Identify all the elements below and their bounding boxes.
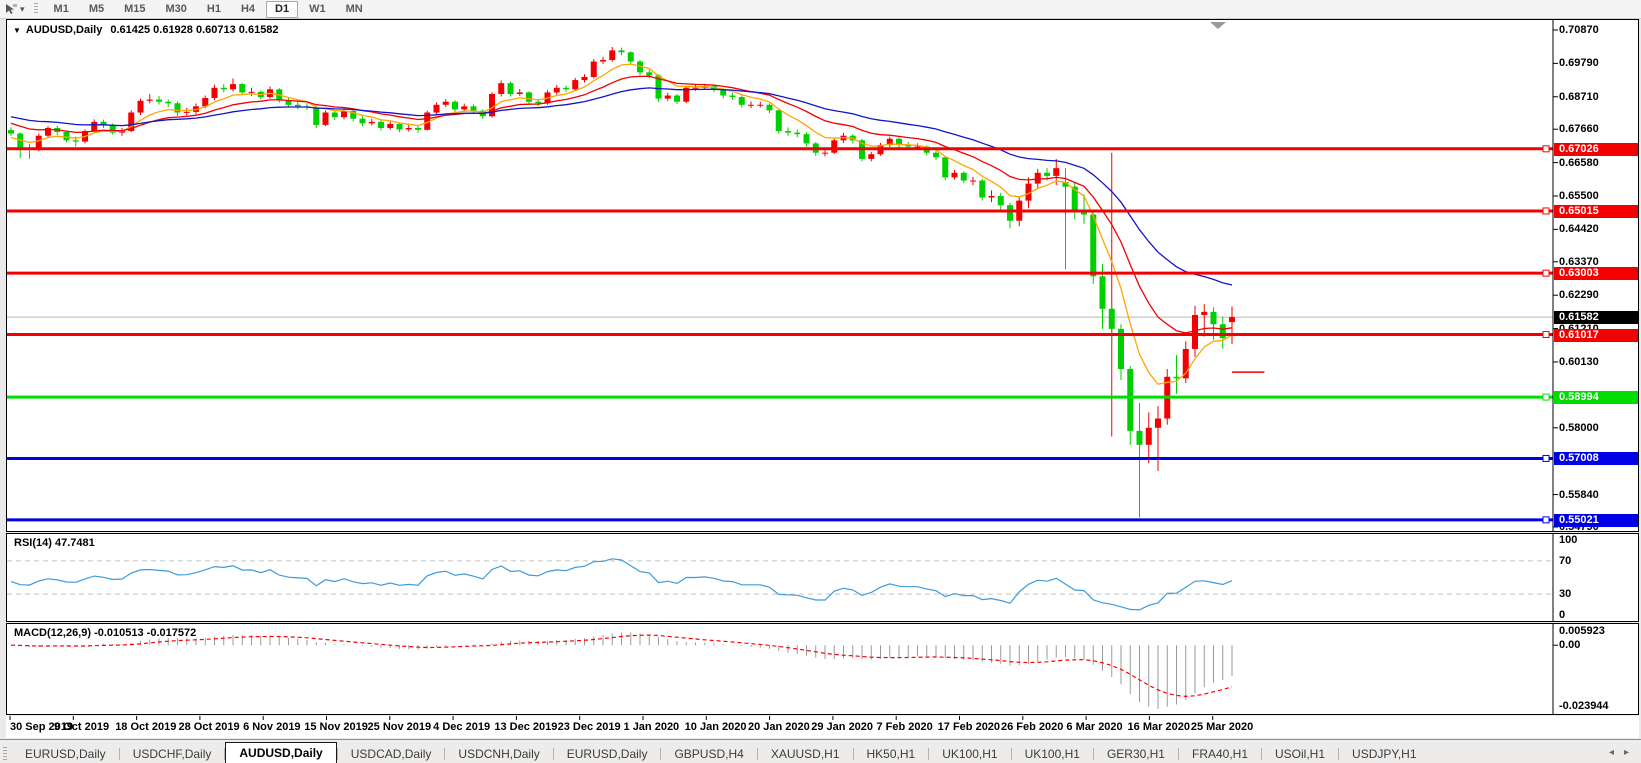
chart-tab-hk50-h1[interactable]: HK50,H1 xyxy=(854,745,929,763)
rsi-axis-tick: 0 xyxy=(1559,609,1565,621)
current-price-badge: 0.61582 xyxy=(1554,311,1638,324)
macd-indicator-panel[interactable]: MACD(12,26,9) -0.010513 -0.017572 0.0059… xyxy=(6,623,1639,715)
chart-tab-usdcnh-daily[interactable]: USDCNH,Daily xyxy=(445,745,552,763)
date-axis-label: 9 Oct 2019 xyxy=(54,721,109,733)
price-line-badge: 0.55021 xyxy=(1554,514,1638,527)
date-axis-label: 4 Dec 2019 xyxy=(433,721,490,733)
tab-scroll-left-icon[interactable]: ◂ xyxy=(1609,747,1614,758)
macd-scale-max: 0.005923 xyxy=(1559,625,1605,637)
chart-tab-ger30-h1[interactable]: GER30,H1 xyxy=(1094,745,1178,763)
chart-tab-xauusd-h1[interactable]: XAUUSD,H1 xyxy=(758,745,853,763)
chart-tab-uk100-h1[interactable]: UK100,H1 xyxy=(929,745,1010,763)
chart-tab-usdcad-daily[interactable]: USDCAD,Daily xyxy=(338,745,445,763)
price-axis-tick: 0.67660 xyxy=(1559,123,1599,135)
date-axis-label: 17 Feb 2020 xyxy=(938,721,1000,733)
price-line-badge: 0.57008 xyxy=(1554,452,1638,465)
date-axis-label: 16 Mar 2020 xyxy=(1128,721,1190,733)
rsi-chart[interactable] xyxy=(7,534,1638,621)
date-axis-label: 1 Jan 2020 xyxy=(624,721,680,733)
date-axis-label: 6 Mar 2020 xyxy=(1066,721,1122,733)
price-line-badge: 0.63003 xyxy=(1554,267,1638,280)
rsi-axis-tick: 100 xyxy=(1559,534,1577,546)
timeframe-button-m15[interactable]: M15 xyxy=(115,1,154,18)
date-axis-label: 10 Jan 2020 xyxy=(685,721,747,733)
chart-tab-uk100-h1[interactable]: UK100,H1 xyxy=(1012,745,1093,763)
tab-scroll-right-icon[interactable]: ▸ xyxy=(1624,747,1629,758)
date-axis-label: 18 Oct 2019 xyxy=(115,721,176,733)
chart-tab-bar: EURUSD,DailyUSDCHF,DailyAUDUSD,DailyUSDC… xyxy=(0,739,1641,763)
date-axis-label: 13 Dec 2019 xyxy=(494,721,557,733)
timeframe-toolbar: ▾ M1M5M15M30H1H4D1W1MN xyxy=(0,0,1641,19)
price-line-badge: 0.61017 xyxy=(1554,329,1638,342)
symbol-period-label: AUDUSD,Daily xyxy=(26,24,102,36)
macd-chart[interactable] xyxy=(7,624,1638,714)
rsi-axis-tick: 70 xyxy=(1559,555,1571,567)
toolbar-grip[interactable] xyxy=(34,3,38,15)
timeframe-button-m5[interactable]: M5 xyxy=(80,1,113,18)
timeframe-buttons: M1M5M15M30H1H4D1W1MN xyxy=(44,1,373,18)
date-axis-label: 28 Oct 2019 xyxy=(178,721,239,733)
rsi-axis-tick: 30 xyxy=(1559,588,1571,600)
ohlc-readout: 0.61425 0.61928 0.60713 0.61582 xyxy=(110,24,278,36)
date-axis-label: 15 Nov 2019 xyxy=(304,721,368,733)
price-axis-tick: 0.62290 xyxy=(1559,289,1599,301)
date-axis-label: 26 Feb 2020 xyxy=(1001,721,1063,733)
macd-scale-min: -0.023944 xyxy=(1559,700,1609,712)
chevron-down-icon[interactable]: ▾ xyxy=(20,4,25,15)
price-line-badge: 0.65015 xyxy=(1554,205,1638,218)
price-axis-tick: 0.60130 xyxy=(1559,356,1599,368)
price-axis-tick: 0.65500 xyxy=(1559,190,1599,202)
date-axis-label: 25 Mar 2020 xyxy=(1191,721,1253,733)
timeframe-button-w1[interactable]: W1 xyxy=(300,1,335,18)
chart-tab-usoil-h1[interactable]: USOil,H1 xyxy=(1262,745,1338,763)
date-axis-label: 20 Jan 2020 xyxy=(748,721,810,733)
chart-tab-gbpusd-h4[interactable]: GBPUSD,H4 xyxy=(661,745,756,763)
chart-cursor-icon[interactable] xyxy=(2,2,20,16)
chart-tab-eurusd-daily[interactable]: EURUSD,Daily xyxy=(12,745,119,763)
price-axis-tick: 0.64420 xyxy=(1559,223,1599,235)
price-chart[interactable] xyxy=(7,20,1638,531)
date-axis-label: 25 Nov 2019 xyxy=(368,721,432,733)
chart-title: ▼ AUDUSD,Daily 0.61425 0.61928 0.60713 0.6… xyxy=(13,24,279,36)
date-axis: 30 Sep 20199 Oct 201918 Oct 201928 Oct 2… xyxy=(6,716,1639,738)
price-axis-tick: 0.70870 xyxy=(1559,24,1599,36)
price-axis-tick: 0.58000 xyxy=(1559,422,1599,434)
rsi-label: RSI(14) 47.7481 xyxy=(14,537,95,549)
price-axis-tick: 0.69790 xyxy=(1559,57,1599,69)
timeframe-button-d1[interactable]: D1 xyxy=(266,1,298,18)
price-line-badge: 0.67026 xyxy=(1554,143,1638,156)
chart-tab-audusd-daily[interactable]: AUDUSD,Daily xyxy=(225,742,336,763)
chart-tab-usdjpy-h1[interactable]: USDJPY,H1 xyxy=(1339,745,1429,763)
chart-tab-usdchf-daily[interactable]: USDCHF,Daily xyxy=(120,745,225,763)
timeframe-button-m1[interactable]: M1 xyxy=(45,1,78,18)
timeframe-button-mn[interactable]: MN xyxy=(337,1,372,18)
timeframe-button-m30[interactable]: M30 xyxy=(157,1,196,18)
timeframe-button-h4[interactable]: H4 xyxy=(232,1,264,18)
price-axis-tick: 0.66580 xyxy=(1559,157,1599,169)
chart-tab-fra40-h1[interactable]: FRA40,H1 xyxy=(1179,745,1261,763)
price-axis-tick: 0.55840 xyxy=(1559,489,1599,501)
date-axis-label: 29 Jan 2020 xyxy=(811,721,873,733)
chart-shift-marker xyxy=(1210,22,1226,29)
main-chart-panel[interactable]: ▼ AUDUSD,Daily 0.61425 0.61928 0.60713 0.6… xyxy=(6,19,1639,532)
collapse-triangle-icon[interactable]: ▼ xyxy=(13,26,21,35)
chart-tab-eurusd-daily[interactable]: EURUSD,Daily xyxy=(554,745,661,763)
macd-scale-zero: 0.00 xyxy=(1559,639,1580,651)
price-axis-tick: 0.68710 xyxy=(1559,91,1599,103)
rsi-indicator-panel[interactable]: RSI(14) 47.7481 100 70 30 0 xyxy=(6,533,1639,622)
timeframe-button-h1[interactable]: H1 xyxy=(198,1,230,18)
date-axis-label: 7 Feb 2020 xyxy=(876,721,932,733)
mt4-window: ▾ M1M5M15M30H1H4D1W1MN ▼ AUDUSD,Daily 0.61… xyxy=(0,0,1641,763)
tabbar-grip[interactable] xyxy=(3,747,7,761)
price-line-badge: 0.58994 xyxy=(1554,391,1638,404)
date-axis-label: 23 Dec 2019 xyxy=(558,721,621,733)
date-axis-label: 6 Nov 2019 xyxy=(243,721,300,733)
macd-label: MACD(12,26,9) -0.010513 -0.017572 xyxy=(14,627,196,639)
